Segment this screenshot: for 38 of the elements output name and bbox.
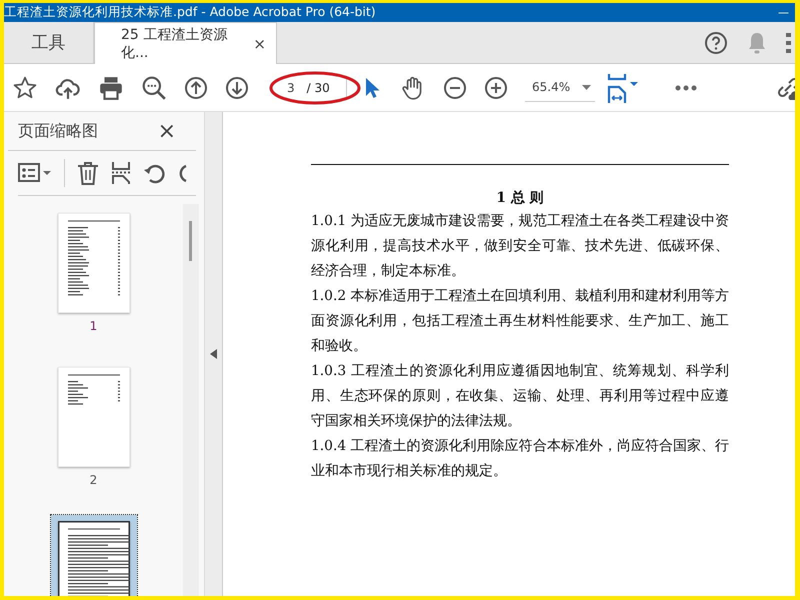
tab[interactable]: 25 工程渣土资源化... ×	[94, 22, 277, 64]
window-title: 工程渣土资源化利用技术标准.pdf - Adobe Acrobat Pro (64-bit)	[4, 4, 376, 21]
section-heading: 1 总 则	[495, 189, 545, 208]
page-number[interactable]: 3	[287, 80, 295, 94]
page-thumbnail[interactable]	[50, 515, 136, 596]
minimize-button[interactable]: —	[778, 6, 795, 19]
page-thumbnail[interactable]: 1	[50, 207, 136, 339]
zoom-in-icon[interactable]	[484, 76, 508, 100]
page-number-label: 1	[90, 319, 98, 333]
clause-paragraph: 1.0.2 本标准适用于工程渣土在回填利用、栽植利用和建材利用等方面资源化利用，包括工程渣土再生材料性能要求、生产加工、施工和验收。	[311, 287, 729, 356]
page-total: / 30	[306, 80, 330, 94]
previous-page-icon[interactable]	[184, 76, 208, 100]
pointer-icon[interactable]	[363, 76, 381, 100]
collapse-panel-icon[interactable]	[210, 349, 217, 359]
page-thumbnail[interactable]: 2	[50, 361, 136, 493]
clause-paragraph: 1.0.4 工程渣土的资源化利用除应符合本标准外，尚应符合国家、行业和本市现行相关标准的规定。	[311, 437, 729, 481]
clause-paragraph: 1.0.1 为适应无废城市建设需要，规范工程渣土在各类工程建设中资源化利用，提高技术水平，做到安全可靠、技术先进、低碳环保、经济合理，制定本标准。	[311, 212, 729, 281]
search-icon[interactable]	[141, 74, 167, 100]
options-menu-icon[interactable]	[18, 162, 52, 184]
caret-icon	[582, 84, 591, 90]
trash-icon[interactable]	[77, 161, 99, 185]
page-number-label: 2	[90, 473, 98, 487]
more-tools-icon[interactable]	[675, 84, 697, 90]
zoom-dropdown[interactable]: 65.4%	[525, 74, 595, 102]
star-icon[interactable]	[12, 74, 38, 100]
help-icon[interactable]	[704, 30, 728, 54]
zoom-out-icon[interactable]	[443, 76, 467, 100]
close-tab-button[interactable]: ×	[253, 34, 266, 52]
clause-paragraph: 1.0.3 工程渣土的资源化利用应遵循因地制宜、统筹规划、科学利用、生态环保的原则，在收集、运输、处理、再利用等过程中应遵守国家相关环境保护的法律法规。	[311, 362, 729, 431]
scrollbar-thumb[interactable]	[189, 221, 192, 261]
extract-page-icon[interactable]	[111, 161, 131, 185]
tab-label[interactable]: 25 工程渣土资源化...	[121, 26, 244, 62]
close-panel-button[interactable]: ×	[158, 118, 176, 144]
panel-title: 页面缩略图	[18, 120, 98, 142]
print-icon[interactable]	[98, 74, 124, 100]
more-options-icon[interactable]	[786, 30, 792, 54]
next-page-icon[interactable]	[225, 76, 249, 100]
tab-label[interactable]: 工具	[32, 31, 66, 54]
